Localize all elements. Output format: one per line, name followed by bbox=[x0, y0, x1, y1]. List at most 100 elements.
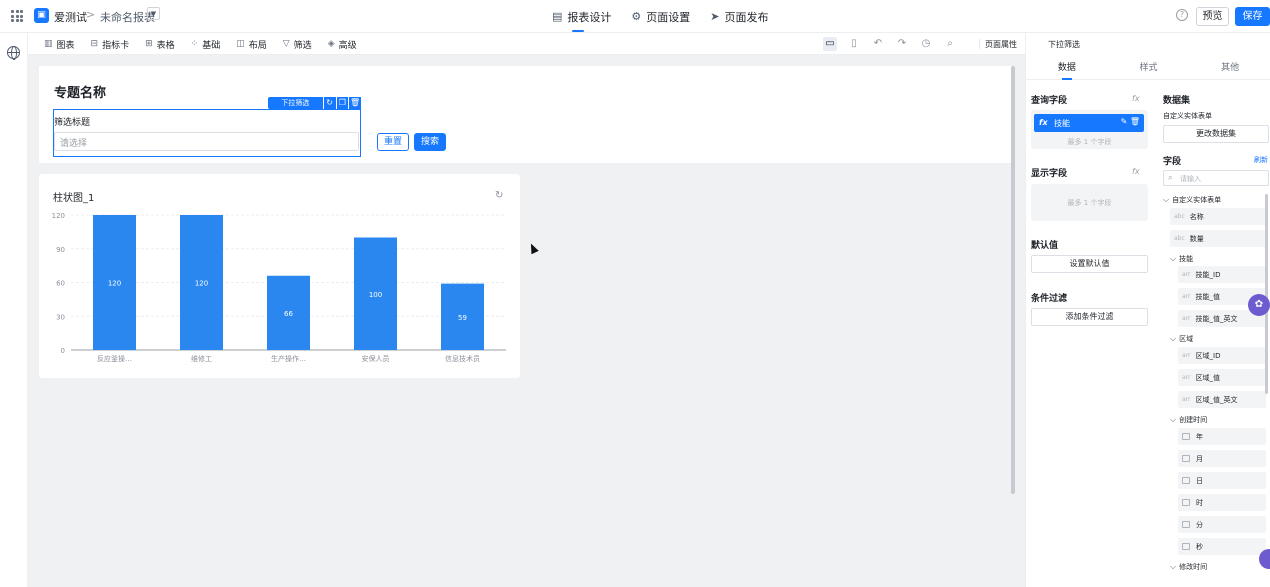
chevron-down-icon[interactable]: ▼ bbox=[147, 7, 160, 20]
chevron-down-icon: ⌵ bbox=[1170, 254, 1177, 263]
tree-field-item[interactable]: arr 技能_ID bbox=[1178, 266, 1266, 283]
filter-component-tag: 下拉筛选 ↻ ❐ 🗑 bbox=[268, 97, 361, 109]
topic-title[interactable]: 专题名称 bbox=[54, 82, 106, 101]
app-grid-icon[interactable] bbox=[11, 10, 23, 22]
component-toolbar: ▥ 图表 ⊟ 指标卡 ⊞ 表格 ⁘ 基础 ◫ 布局 ▽ 筛选 ◈ 高级 ▭ ▯ ↶ ↷ ◷ ⌕… bbox=[28, 33, 1025, 55]
tool-indicator-card[interactable]: ⊟ 指标卡 bbox=[91, 33, 130, 55]
filter-tag-label[interactable]: 下拉筛选 bbox=[268, 97, 323, 109]
save-button[interactable]: 保存 bbox=[1235, 7, 1270, 26]
tree-group-skill[interactable]: ⌵ 技能 bbox=[1170, 254, 1193, 264]
bar-value-label: 120 bbox=[108, 280, 121, 288]
field-label: 区域_值_英文 bbox=[1195, 395, 1238, 404]
y-tick-label: 0 bbox=[61, 347, 65, 355]
filter-select[interactable]: 请选择 ⌵ bbox=[54, 132, 359, 151]
change-dataset-button[interactable]: 更改数据集 bbox=[1163, 125, 1269, 143]
bar-chart-card[interactable]: 柱状图_1 ↻ 0 30 60 90 120 120 反应釜操… 120 维修工 66 生产操作… 1… bbox=[39, 174, 520, 378]
tree-field-item[interactable]: 日 bbox=[1178, 472, 1266, 489]
preview-button[interactable]: 预览 bbox=[1196, 7, 1229, 26]
tab-page-settings[interactable]: ⚙ 页面设置 bbox=[631, 0, 690, 33]
table-icon: ⊞ bbox=[145, 39, 153, 49]
tool-chart[interactable]: ▥ 图表 bbox=[44, 33, 75, 55]
field-search-input[interactable]: ⌕ 请输入 bbox=[1163, 170, 1269, 186]
tree-group-modified-time[interactable]: ⌵ 修改时间 bbox=[1170, 562, 1207, 572]
y-tick-label: 60 bbox=[56, 280, 65, 288]
tool-label: 筛选 bbox=[293, 40, 312, 51]
tab-style[interactable]: 样式 bbox=[1108, 56, 1190, 79]
search-placeholder: 请输入 bbox=[1180, 175, 1201, 183]
tool-label: 表格 bbox=[156, 40, 175, 51]
tree-field-item[interactable]: arr 区域_值 bbox=[1178, 369, 1266, 386]
tree-field-item[interactable]: 分 bbox=[1178, 516, 1266, 533]
chevron-down-icon: ⌵ bbox=[60, 134, 67, 144]
tree-field-item[interactable]: arr 区域_值_英文 bbox=[1178, 391, 1266, 408]
reset-button[interactable]: 重置 bbox=[377, 133, 409, 151]
field-label: 数量 bbox=[1189, 234, 1204, 243]
filter-icon: ▽ bbox=[282, 39, 290, 49]
tool-layout[interactable]: ◫ 布局 bbox=[236, 33, 267, 55]
tool-label: 指标卡 bbox=[102, 40, 130, 51]
tool-advanced[interactable]: ◈ 高级 bbox=[328, 33, 357, 55]
canvas-scrollbar[interactable] bbox=[1011, 66, 1015, 494]
panel-scrollbar[interactable] bbox=[1265, 194, 1268, 394]
mobile-view-icon[interactable]: ▯ bbox=[847, 37, 861, 51]
chevron-down-icon: ⌵ bbox=[1170, 415, 1177, 424]
refresh-link[interactable]: 刷新 bbox=[1254, 155, 1268, 165]
bar-value-label: 66 bbox=[284, 310, 293, 318]
query-field-title: 查询字段 bbox=[1031, 96, 1068, 106]
redo-icon[interactable]: ↷ bbox=[895, 37, 909, 51]
fx-icon[interactable]: fx bbox=[1132, 94, 1140, 103]
history-icon[interactable]: ◷ bbox=[919, 37, 933, 51]
ai-assistant-icon[interactable]: ✿ bbox=[1248, 294, 1270, 316]
tree-field-item[interactable]: 月 bbox=[1178, 450, 1266, 467]
query-field-pill[interactable]: fx 技能 ✎ 🗑 bbox=[1034, 114, 1144, 132]
array-type-icon: arr bbox=[1182, 271, 1191, 278]
array-type-icon: arr bbox=[1182, 396, 1191, 403]
add-condition-button[interactable]: 添加条件过滤 bbox=[1031, 308, 1148, 326]
globe-icon[interactable] bbox=[7, 46, 20, 60]
tab-data[interactable]: 数据 bbox=[1026, 56, 1108, 80]
tree-group-region[interactable]: ⌵ 区域 bbox=[1170, 334, 1193, 344]
tool-table[interactable]: ⊞ 表格 bbox=[145, 33, 175, 55]
tree-field-item[interactable]: 年 bbox=[1178, 428, 1266, 445]
tab-report-design[interactable]: ▤ 报表设计 bbox=[552, 0, 611, 33]
tree-field-item[interactable]: arr 区域_ID bbox=[1178, 347, 1266, 364]
search-button[interactable]: 搜索 bbox=[414, 133, 446, 151]
delete-icon[interactable]: 🗑 bbox=[349, 97, 361, 109]
help-icon[interactable]: ? bbox=[1176, 9, 1188, 21]
tree-field-item[interactable]: abc 数量 bbox=[1170, 230, 1266, 247]
query-field-name: 技能 bbox=[1054, 119, 1070, 128]
desktop-view-icon[interactable]: ▭ bbox=[823, 37, 837, 51]
tree-group-label: 自定义实体表单 bbox=[1172, 196, 1222, 204]
field-label: 技能_ID bbox=[1195, 270, 1221, 279]
basic-grid-icon: ⁘ bbox=[190, 39, 199, 49]
page-properties-link[interactable]: 页面属性 bbox=[985, 39, 1017, 50]
fx-icon[interactable]: fx bbox=[1132, 167, 1140, 176]
display-field-hint: 最多 1 个字段 bbox=[1067, 199, 1112, 207]
refresh-icon[interactable]: ↻ bbox=[323, 97, 336, 109]
field-label: 区域_ID bbox=[1195, 351, 1221, 360]
field-label: 秒 bbox=[1196, 542, 1203, 551]
tree-field-item[interactable]: 时 bbox=[1178, 494, 1266, 511]
tool-basic[interactable]: ⁘ 基础 bbox=[191, 33, 221, 55]
tree-group-root[interactable]: ⌵ 自定义实体表单 bbox=[1163, 195, 1221, 205]
dropdown-filter-component[interactable]: 筛选标题 请选择 ⌵ bbox=[53, 109, 361, 157]
tool-filter[interactable]: ▽ 筛选 bbox=[283, 33, 312, 55]
query-field-dropzone[interactable]: fx 技能 ✎ 🗑 最多 1 个字段 bbox=[1031, 110, 1148, 149]
tree-group-created-time[interactable]: ⌵ 创建时间 bbox=[1170, 415, 1207, 425]
edit-delete-icons[interactable]: ✎ 🗑 bbox=[1121, 117, 1140, 126]
text-type-icon: abc bbox=[1174, 213, 1185, 220]
panel-component-name: 下拉筛选 bbox=[1048, 40, 1080, 49]
date-type-icon bbox=[1182, 499, 1190, 506]
display-field-dropzone[interactable]: 最多 1 个字段 bbox=[1031, 184, 1148, 221]
set-default-button[interactable]: 设置默认值 bbox=[1031, 255, 1148, 273]
zoom-icon[interactable]: ⌕ bbox=[943, 37, 957, 51]
tab-other[interactable]: 其他 bbox=[1189, 56, 1270, 79]
array-type-icon: arr bbox=[1182, 374, 1191, 381]
copy-icon[interactable]: ❐ bbox=[336, 97, 349, 109]
tree-field-item[interactable]: abc 名称 bbox=[1170, 208, 1266, 225]
advanced-layers-icon: ◈ bbox=[327, 39, 335, 49]
undo-icon[interactable]: ↶ bbox=[871, 37, 885, 51]
tab-page-publish[interactable]: ➤ 页面发布 bbox=[710, 0, 768, 33]
tree-field-item[interactable]: 秒 bbox=[1178, 538, 1266, 555]
app-name[interactable]: 爱测试 bbox=[54, 9, 87, 25]
